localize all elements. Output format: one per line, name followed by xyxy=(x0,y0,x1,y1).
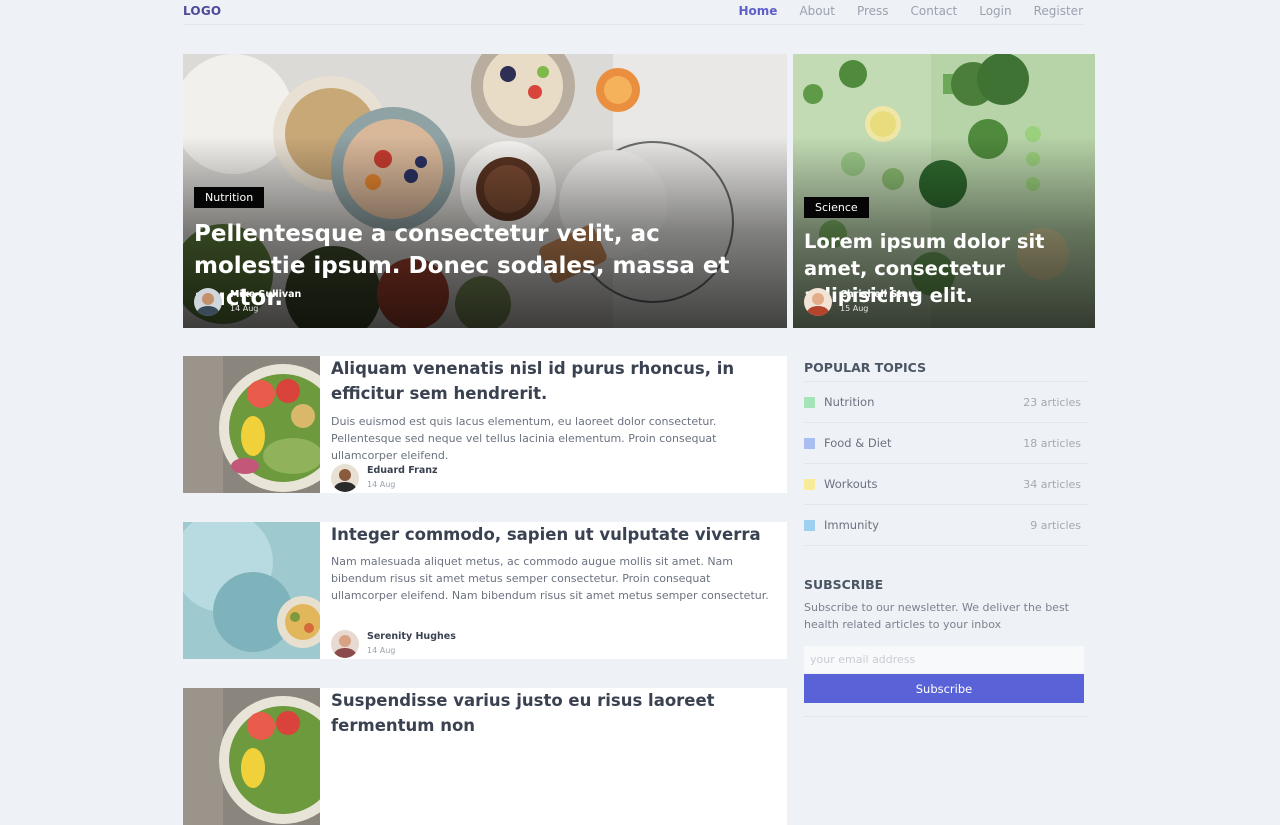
author-name: Chrishell Staus xyxy=(840,289,921,300)
topic-count: 23 articles xyxy=(1023,395,1081,409)
post-date: 14 Aug xyxy=(367,646,396,655)
category-tag[interactable]: Nutrition xyxy=(194,187,265,208)
featured-post-side[interactable]: Science Lorem ipsum dolor sit amet, cons… xyxy=(793,54,1095,328)
topic-color-swatch xyxy=(804,478,815,490)
nav-about[interactable]: About xyxy=(799,4,834,18)
nav-press[interactable]: Press xyxy=(857,4,889,18)
topics-list: Nutrition 23 articles Food & Diet 18 art… xyxy=(804,381,1088,546)
post-date: 14 Aug xyxy=(230,304,259,313)
avatar xyxy=(331,464,359,492)
article-title[interactable]: Suspendisse varius justo eu risus laoree… xyxy=(331,688,776,738)
nav-login[interactable]: Login xyxy=(979,4,1011,18)
subscribe-heading: SUBSCRIBE xyxy=(804,577,884,592)
article-excerpt: Nam malesuada aliquet metus, ac commodo … xyxy=(331,555,769,602)
author-name: Serenity Hughes xyxy=(367,631,456,642)
email-input[interactable] xyxy=(804,646,1084,673)
nav-menu: Home About Press Contact Login Register xyxy=(717,4,1083,18)
topic-color-swatch xyxy=(804,519,815,531)
author-name: Eduard Franz xyxy=(367,465,438,476)
smoothie-bowl-thumbnail xyxy=(183,522,320,659)
salad-bowl-thumbnail xyxy=(183,688,320,825)
topic-food-diet[interactable]: Food & Diet 18 articles xyxy=(804,423,1088,464)
nav-home[interactable]: Home xyxy=(739,4,778,18)
featured-post-main[interactable]: Nutrition Pellentesque a consectetur vel… xyxy=(183,54,787,328)
topic-name: Nutrition xyxy=(824,395,875,409)
topic-color-swatch xyxy=(804,396,815,408)
salad-bowl-thumbnail xyxy=(183,356,320,493)
author-info: Serenity Hughes 14 Aug xyxy=(331,630,456,658)
topic-count: 9 articles xyxy=(1030,518,1081,532)
avatar xyxy=(804,288,832,316)
article-title[interactable]: Integer commodo, sapien ut vulputate viv… xyxy=(331,522,776,547)
topic-count: 18 articles xyxy=(1023,436,1081,450)
topic-color-swatch xyxy=(804,437,815,449)
category-tag[interactable]: Science xyxy=(804,197,869,218)
author-info: Eduard Franz 14 Aug xyxy=(331,464,438,492)
subscribe-button[interactable]: Subscribe xyxy=(804,674,1084,703)
topic-name: Food & Diet xyxy=(824,436,892,450)
popular-topics-heading: POPULAR TOPICS xyxy=(804,360,927,375)
article-title[interactable]: Aliquam venenatis nisl id purus rhoncus,… xyxy=(331,356,776,406)
top-nav: LOGO Home About Press Contact Login Regi… xyxy=(183,0,1083,25)
subscribe-description: Subscribe to our newsletter. We deliver … xyxy=(804,601,1069,631)
topic-name: Immunity xyxy=(824,518,879,532)
post-date: 15 Aug xyxy=(840,304,869,313)
topic-name: Workouts xyxy=(824,477,878,491)
topic-immunity[interactable]: Immunity 9 articles xyxy=(804,505,1088,546)
author-name: Mike Sullivan xyxy=(230,289,302,300)
post-date: 14 Aug xyxy=(367,480,396,489)
divider xyxy=(804,716,1088,717)
article-excerpt: Duis euismod est quis lacus elementum, e… xyxy=(331,415,717,462)
article-card[interactable]: Aliquam venenatis nisl id purus rhoncus,… xyxy=(183,356,787,493)
article-card[interactable]: Suspendisse varius justo eu risus laoree… xyxy=(183,688,787,825)
topic-count: 34 articles xyxy=(1023,477,1081,491)
topic-nutrition[interactable]: Nutrition 23 articles xyxy=(804,382,1088,423)
article-card[interactable]: Integer commodo, sapien ut vulputate viv… xyxy=(183,522,787,659)
logo[interactable]: LOGO xyxy=(183,4,221,18)
author-info: Mike Sullivan 14 Aug xyxy=(194,288,301,316)
nav-contact[interactable]: Contact xyxy=(911,4,958,18)
avatar xyxy=(331,630,359,658)
author-info: Chrishell Staus 15 Aug xyxy=(804,288,921,316)
avatar xyxy=(194,288,222,316)
nav-register[interactable]: Register xyxy=(1034,4,1083,18)
topic-workouts[interactable]: Workouts 34 articles xyxy=(804,464,1088,505)
